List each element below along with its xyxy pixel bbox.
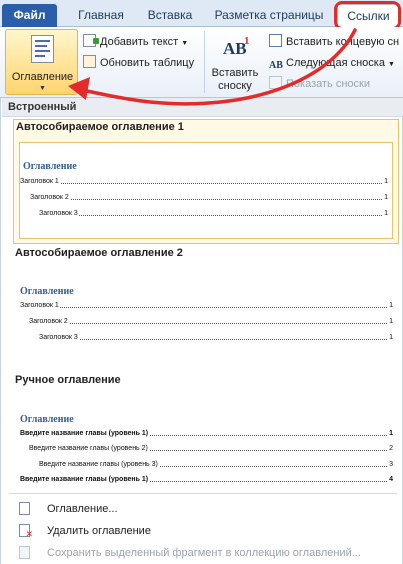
toc-preview: Оглавление Введите название главы (урове… (13, 393, 395, 486)
preview-line: Заголовок 21 (29, 316, 393, 327)
chevron-down-icon: ▼ (181, 40, 189, 47)
save-selection-icon (19, 546, 30, 559)
update-table-button[interactable]: Обновить таблицу (83, 54, 194, 72)
toc-button[interactable]: Оглавление ▼ (5, 29, 78, 95)
gallery-item-title: Автособираемое оглавление 2 (15, 247, 183, 259)
preview-line: Введите название главы (уровень 3) 3 (39, 459, 393, 470)
tab-file[interactable]: Файл (2, 4, 57, 27)
preview-heading: Оглавление (20, 286, 74, 297)
menu-divider (9, 493, 397, 494)
tab-page-layout[interactable]: Разметка страницы (207, 4, 331, 27)
toc-dropdown-panel: Встроенный Автособираемое оглавление 1 О… (0, 98, 403, 564)
chevron-down-icon: ▼ (387, 61, 395, 68)
preview-line: Заголовок 21 (30, 192, 388, 203)
toc-settings-icon (19, 502, 30, 515)
add-text-button[interactable]: Добавить текст ▼ (83, 33, 188, 51)
tab-home[interactable]: Главная (68, 4, 134, 27)
preview-heading: Оглавление (23, 161, 77, 172)
insert-endnote-label: Вставить концевую сн (286, 36, 400, 48)
preview-line: Заголовок 11 (20, 176, 388, 187)
ribbon-tab-row: Файл Главная Вставка Разметка страницы С… (0, 0, 403, 28)
chevron-down-icon: ▼ (39, 85, 46, 92)
next-footnote-button[interactable]: AB Следующая сноска ▼ (269, 54, 395, 72)
toc-preview: Оглавление Заголовок 11 Заголовок 21 Заг… (13, 266, 395, 348)
show-notes-button[interactable]: Показать сноски (269, 75, 370, 93)
preview-line: Введите название главы (уровень 2) 2 (29, 443, 393, 454)
insert-footnote-label-line2: сноску (218, 80, 252, 92)
tab-insert[interactable]: Вставка (138, 4, 202, 27)
ribbon-references: Оглавление ▼ Добавить текст ▼ Обновить та… (0, 27, 403, 98)
preview-line: Введите название главы (уровень 1) 4 (20, 474, 393, 485)
preview-line: Заголовок 11 (20, 300, 393, 311)
toc-preview: Оглавление Заголовок 11 Заголовок 21 Заг… (19, 142, 393, 239)
group-divider (204, 31, 205, 93)
insert-endnote-button[interactable]: Вставить концевую сн (269, 33, 399, 51)
update-table-label: Обновить таблицу (100, 57, 195, 69)
menu-item-save-selection[interactable]: Сохранить выделенный фрагмент в коллекци… (2, 542, 402, 564)
gallery-item-title: Ручное оглавление (15, 374, 121, 386)
gallery-item-auto-toc-1[interactable]: Автособираемое оглавление 1 Оглавление З… (13, 119, 399, 244)
menu-item-remove-toc[interactable]: ✕ Удалить оглавление (2, 520, 402, 542)
gallery-item-manual-toc[interactable]: Ручное оглавление Оглавление Введите наз… (13, 373, 399, 488)
show-notes-label: Показать сноски (286, 78, 370, 90)
add-text-icon (83, 34, 99, 47)
insert-footnote-label: Вставить сноску (208, 67, 262, 93)
toc-icon (31, 35, 54, 63)
preview-line: Заголовок 31 (39, 208, 388, 219)
remove-toc-icon: ✕ (19, 524, 33, 539)
next-footnote-label: Следующая сноска (286, 57, 385, 69)
insert-footnote-button[interactable]: AB 1 Вставить сноску (208, 31, 262, 95)
gallery-item-auto-toc-2[interactable]: Автособираемое оглавление 2 Оглавление З… (13, 246, 399, 350)
menu-item-label: Оглавление... (47, 503, 118, 515)
menu-item-toc-settings[interactable]: Оглавление... (2, 498, 402, 520)
menu-item-label: Удалить оглавление (47, 525, 151, 537)
next-footnote-icon: AB (269, 60, 283, 71)
insert-footnote-label-line1: Вставить (211, 67, 259, 79)
menu-item-label: Сохранить выделенный фрагмент в коллекци… (47, 547, 361, 559)
show-notes-icon (269, 76, 282, 89)
tab-references[interactable]: Ссылки (337, 4, 400, 28)
preview-line: Заголовок 31 (39, 332, 393, 343)
footnote-superscript: 1 (244, 35, 250, 47)
endnote-icon (269, 34, 282, 47)
add-text-label: Добавить текст (100, 36, 179, 48)
preview-heading: Оглавление (20, 414, 74, 425)
gallery-item-title: Автособираемое оглавление 1 (16, 121, 184, 133)
update-table-icon (83, 55, 96, 68)
toc-button-label: Оглавление (11, 71, 74, 83)
gallery-section-title: Встроенный (2, 98, 403, 117)
preview-line: Введите название главы (уровень 1) 1 (20, 428, 393, 439)
